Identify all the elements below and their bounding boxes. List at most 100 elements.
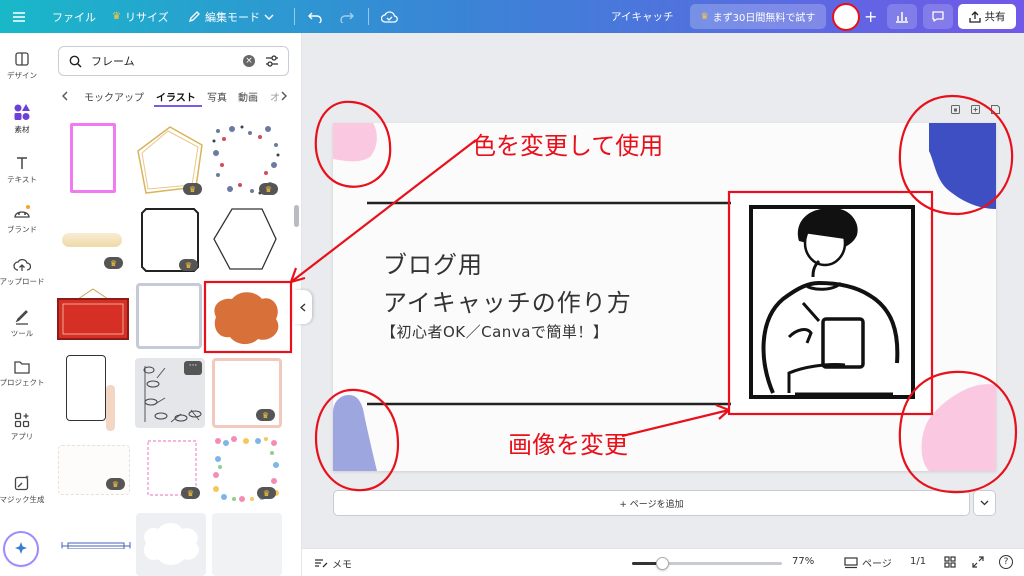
add-page-icon[interactable] bbox=[990, 104, 1001, 115]
premium-badge: ♛ bbox=[179, 259, 198, 271]
crown-icon: ♛ bbox=[112, 11, 121, 22]
frame-thumbnail[interactable]: ♛ bbox=[140, 435, 204, 503]
add-page-button[interactable]: + ページを追加 bbox=[333, 490, 970, 516]
frame-thumbnail[interactable] bbox=[62, 233, 122, 247]
menu-button[interactable] bbox=[12, 0, 26, 33]
add-collaborator-button[interactable]: + bbox=[864, 0, 877, 33]
rail-item-upload[interactable]: アップロード bbox=[0, 257, 45, 287]
share-button[interactable]: 共有 bbox=[958, 4, 1016, 29]
zoom-level[interactable]: 77% bbox=[792, 556, 814, 567]
rail-item-design[interactable]: デザイン bbox=[0, 51, 44, 81]
undo-icon bbox=[308, 12, 322, 23]
add-page-options-button[interactable] bbox=[973, 490, 996, 516]
notes-icon bbox=[315, 559, 328, 568]
tab-audio[interactable]: オ bbox=[270, 89, 280, 104]
title-line-2[interactable]: アイキャッチの作り方 bbox=[383, 283, 632, 318]
grid-icon bbox=[944, 556, 956, 568]
pages-button[interactable]: ページ bbox=[844, 555, 892, 570]
rail-item-projects[interactable]: プロジェクト bbox=[0, 360, 45, 388]
rail-item-brand[interactable]: ブランド bbox=[0, 205, 44, 235]
frame-thumbnail[interactable]: ♛ bbox=[210, 123, 282, 199]
frame-thumbnail[interactable] bbox=[136, 513, 206, 576]
more-options-button[interactable]: ··· bbox=[184, 361, 202, 375]
notes-button[interactable]: メモ bbox=[314, 556, 352, 571]
pages-icon bbox=[844, 556, 858, 568]
help-button[interactable]: ? bbox=[999, 555, 1013, 569]
trial-button[interactable]: ♛ まず30日間無料で試す bbox=[690, 4, 826, 29]
top-bar: ファイル ♛ リサイズ 編集モード アイキャッチ ♛ まず30日間無料で試す +… bbox=[0, 0, 1024, 33]
tab-photo[interactable]: 写真 bbox=[207, 89, 227, 104]
rail-item-apps[interactable]: アプリ bbox=[0, 412, 44, 442]
zoom-slider-track[interactable] bbox=[632, 557, 782, 570]
tab-video[interactable]: 動画 bbox=[238, 89, 258, 104]
frame-thumbnail[interactable] bbox=[212, 513, 282, 576]
frame-thumbnail[interactable] bbox=[136, 283, 202, 349]
document-title[interactable]: アイキャッチ bbox=[611, 0, 673, 33]
red-signboard-frame-icon bbox=[57, 288, 129, 340]
chevron-left-icon bbox=[300, 302, 306, 312]
insights-button[interactable] bbox=[887, 4, 917, 29]
frame-thumbnail[interactable] bbox=[70, 123, 116, 193]
frame-thumbnail[interactable] bbox=[60, 537, 132, 549]
frame-thumbnail[interactable] bbox=[66, 355, 106, 421]
annotation-change-image: 画像を変更 bbox=[508, 431, 628, 459]
lock-icon[interactable] bbox=[950, 104, 961, 115]
annotation-change-color: 色を変更して使用 bbox=[472, 132, 664, 160]
premium-badge: ♛ bbox=[259, 183, 278, 195]
magic-assistant-button[interactable] bbox=[5, 533, 37, 565]
duplicate-page-icon[interactable] bbox=[970, 104, 981, 115]
search-input[interactable]: フレーム bbox=[91, 53, 243, 69]
redo-icon bbox=[340, 12, 354, 23]
crown-icon: ♛ bbox=[700, 11, 709, 22]
elements-icon bbox=[14, 104, 30, 120]
redo-button[interactable] bbox=[340, 0, 354, 33]
rail-item-elements[interactable]: 素材 bbox=[0, 103, 44, 135]
zoom-slider-handle[interactable] bbox=[656, 557, 669, 570]
frame-thumbnail[interactable] bbox=[210, 205, 280, 275]
selected-frame-thumbnail[interactable] bbox=[206, 283, 286, 349]
frame-thumbnail[interactable] bbox=[106, 385, 115, 431]
edit-mode-dropdown[interactable]: 編集モード bbox=[188, 0, 274, 33]
frame-thumbnail[interactable]: ♛ bbox=[134, 123, 206, 199]
clear-search-icon[interactable]: × bbox=[243, 55, 255, 67]
resize-button[interactable]: ♛ リサイズ bbox=[112, 0, 169, 33]
file-menu[interactable]: ファイル bbox=[52, 0, 96, 33]
rail-item-magic[interactable]: マジック生成 bbox=[0, 475, 45, 505]
folder-icon bbox=[14, 361, 30, 374]
search-icon bbox=[69, 55, 82, 68]
title-line-1[interactable]: ブログ用 bbox=[383, 245, 483, 280]
frame-thumbnail[interactable]: ··· bbox=[135, 358, 205, 428]
blue-blob-top-right bbox=[929, 123, 996, 209]
frame-thumbnail[interactable] bbox=[56, 285, 130, 345]
comment-icon bbox=[932, 11, 944, 22]
undo-button[interactable] bbox=[308, 0, 322, 33]
cloud-save-button[interactable] bbox=[381, 0, 398, 33]
frame-thumbnail[interactable]: ♛ bbox=[212, 435, 280, 503]
collapse-panel-button[interactable] bbox=[294, 290, 312, 324]
frame-thumbnail[interactable]: ♛ bbox=[58, 445, 130, 495]
orange-blob-frame-icon bbox=[214, 292, 279, 345]
premium-badge: ♛ bbox=[181, 487, 200, 499]
pink-blob-top-left bbox=[333, 123, 377, 162]
expand-icon bbox=[972, 556, 984, 568]
crown-icon: ♛ bbox=[188, 184, 197, 194]
design-page[interactable]: ブログ用 アイキャッチの作り方 【初心者OK／Canvaで簡単！】 bbox=[333, 123, 996, 471]
avatar[interactable] bbox=[832, 3, 860, 31]
comment-button[interactable] bbox=[923, 4, 953, 29]
fullscreen-button[interactable] bbox=[972, 556, 984, 571]
chevron-right-icon[interactable] bbox=[280, 91, 287, 101]
grid-view-button[interactable] bbox=[944, 556, 956, 571]
filter-icon[interactable] bbox=[265, 55, 279, 67]
rail-item-draw[interactable]: ツール bbox=[0, 309, 44, 339]
frame-thumbnail[interactable]: ♛ bbox=[138, 205, 202, 275]
search-box[interactable]: フレーム × bbox=[58, 46, 289, 76]
chevron-left-icon[interactable] bbox=[62, 91, 69, 101]
tab-illustration[interactable]: イラスト bbox=[156, 89, 196, 104]
crown-icon: ♛ bbox=[262, 488, 271, 498]
frame-thumbnail[interactable]: ♛ bbox=[212, 358, 282, 428]
title-line-3[interactable]: 【初心者OK／Canvaで簡単！】 bbox=[381, 321, 608, 342]
rail-item-text[interactable]: テキスト bbox=[0, 155, 44, 185]
bottom-bar: メモ 77% ページ 1/1 ? bbox=[302, 548, 1024, 576]
tab-mockup[interactable]: モックアップ bbox=[84, 89, 144, 104]
divider bbox=[368, 8, 369, 25]
